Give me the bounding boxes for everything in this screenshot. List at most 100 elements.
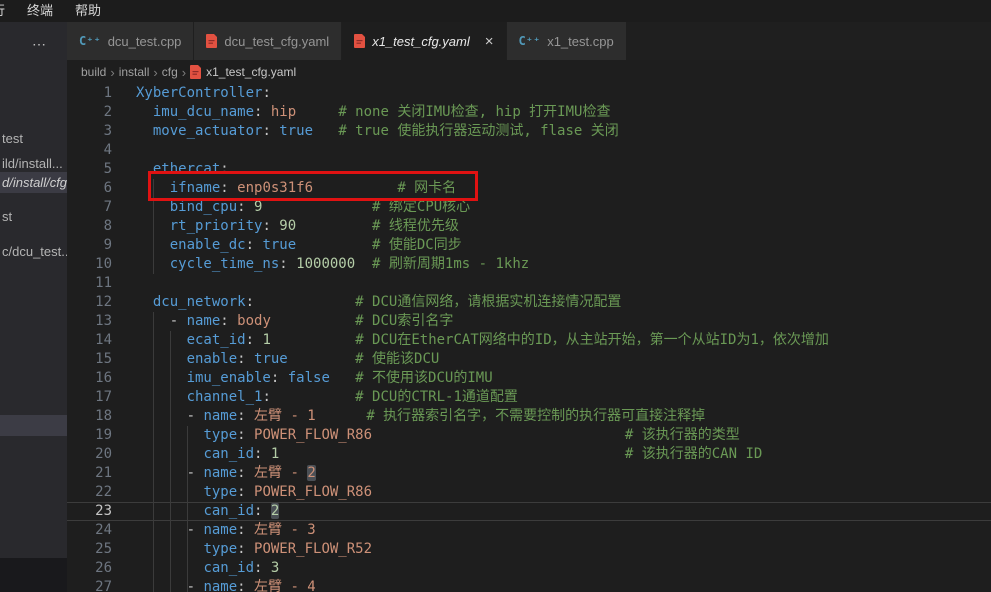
sidebar-item[interactable]: c/dcu_test... bbox=[0, 241, 67, 262]
code-text: move_actuator: true # true 使能执行器运动测试, fl… bbox=[136, 122, 619, 141]
code-line[interactable]: 13 - name: body # DCU索引名字 bbox=[67, 312, 991, 331]
cpp-file-icon: C⁺⁺ bbox=[519, 34, 541, 48]
code-line[interactable]: 10 cycle_time_ns: 1000000 # 刷新周期1ms - 1k… bbox=[67, 255, 991, 274]
tab-dcu_test.cpp[interactable]: C⁺⁺ dcu_test.cpp bbox=[67, 22, 194, 60]
sidebar-item[interactable]: ild/install... bbox=[0, 153, 67, 174]
code-line[interactable]: 6 ifname: enp0s31f6 # 网卡名 bbox=[67, 179, 991, 198]
line-number: 14 bbox=[67, 331, 112, 350]
sidebar-item[interactable]: st bbox=[0, 206, 67, 227]
code-line[interactable]: 21 - name: 左臂 - 2 bbox=[67, 464, 991, 483]
code-text: type: POWER_FLOW_R52 bbox=[136, 540, 372, 559]
breadcrumb-segment[interactable]: install bbox=[119, 65, 150, 79]
close-icon[interactable]: × bbox=[485, 34, 494, 49]
line-number: 3 bbox=[67, 122, 112, 141]
code-line[interactable]: 22 type: POWER_FLOW_R86 bbox=[67, 483, 991, 502]
code-text: ecat_id: 1 # DCU在EtherCAT网络中的ID，从主站开始，第一… bbox=[136, 331, 829, 350]
line-number: 10 bbox=[67, 255, 112, 274]
line-number: 2 bbox=[67, 103, 112, 122]
line-number: 1 bbox=[67, 84, 112, 103]
breadcrumb-segment[interactable]: build bbox=[81, 65, 106, 79]
code-line[interactable]: 3 move_actuator: true # true 使能执行器运动测试, … bbox=[67, 122, 991, 141]
breadcrumb-file[interactable]: x1_test_cfg.yaml bbox=[190, 65, 296, 79]
sidebar-bottom-panel bbox=[0, 558, 67, 592]
sidebar-item[interactable]: d/install/cfg bbox=[0, 172, 67, 193]
sidebar-highlight-row[interactable] bbox=[0, 415, 67, 436]
line-number: 12 bbox=[67, 293, 112, 312]
code-line[interactable]: 4 bbox=[67, 141, 991, 160]
code-editor[interactable]: 1 XyberController:2 imu_dcu_name: hip # n… bbox=[67, 84, 991, 592]
line-number: 13 bbox=[67, 312, 112, 331]
code-line[interactable]: 27 - name: 左臂 - 4 bbox=[67, 578, 991, 592]
code-line[interactable]: 26 can_id: 3 bbox=[67, 559, 991, 578]
line-number: 7 bbox=[67, 198, 112, 217]
line-number: 8 bbox=[67, 217, 112, 236]
code-line[interactable]: 19 type: POWER_FLOW_R86 # 该执行器的类型 bbox=[67, 426, 991, 445]
more-actions-icon[interactable]: ⋯ bbox=[32, 36, 47, 53]
line-number: 23 bbox=[67, 502, 112, 521]
code-line[interactable]: 15 enable: true # 使能该DCU bbox=[67, 350, 991, 369]
line-number: 25 bbox=[67, 540, 112, 559]
tab-x1_test_cfg.yaml[interactable]: x1_test_cfg.yaml × bbox=[342, 22, 506, 60]
code-text: cycle_time_ns: 1000000 # 刷新周期1ms - 1khz bbox=[136, 255, 529, 274]
menu-bar: 行终端帮助 bbox=[0, 0, 991, 22]
line-number: 26 bbox=[67, 559, 112, 578]
code-line[interactable]: 7 bind_cpu: 9 # 绑定CPU核心 bbox=[67, 198, 991, 217]
yaml-file-icon bbox=[354, 34, 365, 48]
tab-x1_test.cpp[interactable]: C⁺⁺x1_test.cpp bbox=[507, 22, 627, 60]
code-line[interactable]: 8 rt_priority: 90 # 线程优先级 bbox=[67, 217, 991, 236]
line-number: 5 bbox=[67, 160, 112, 179]
line-number: 19 bbox=[67, 426, 112, 445]
code-text: dcu_network: # DCU通信网络，请根据实机连接情况配置 bbox=[136, 293, 621, 312]
code-line[interactable]: 9 enable_dc: true # 使能DC同步 bbox=[67, 236, 991, 255]
menu-item[interactable]: 帮助 bbox=[64, 0, 112, 22]
code-text: - name: 左臂 - 4 bbox=[136, 578, 316, 592]
code-line[interactable]: 11 bbox=[67, 274, 991, 293]
explorer-sidebar: test ild/install...d/install/cfg st c/dcu_t… bbox=[0, 22, 67, 592]
breadcrumb-file-label: x1_test_cfg.yaml bbox=[206, 65, 296, 79]
line-number: 9 bbox=[67, 236, 112, 255]
line-number: 16 bbox=[67, 369, 112, 388]
line-number: 24 bbox=[67, 521, 112, 540]
code-line[interactable]: 14 ecat_id: 1 # DCU在EtherCAT网络中的ID，从主站开始… bbox=[67, 331, 991, 350]
line-number: 20 bbox=[67, 445, 112, 464]
menu-item[interactable]: 行 bbox=[0, 0, 16, 22]
code-text: - name: body # DCU索引名字 bbox=[136, 312, 453, 331]
code-line[interactable]: 16 imu_enable: false # 不使用该DCU的IMU bbox=[67, 369, 991, 388]
line-number: 18 bbox=[67, 407, 112, 426]
code-lines: 1 XyberController:2 imu_dcu_name: hip # n… bbox=[67, 84, 991, 592]
breadcrumb-segment[interactable]: cfg bbox=[162, 65, 178, 79]
code-line[interactable]: 5 ethercat: bbox=[67, 160, 991, 179]
code-text: can_id: 3 bbox=[136, 559, 279, 578]
code-line[interactable]: 20 can_id: 1 # 该执行器的CAN ID bbox=[67, 445, 991, 464]
code-line[interactable]: 1 XyberController: bbox=[67, 84, 991, 103]
code-line[interactable]: 25 type: POWER_FLOW_R52 bbox=[67, 540, 991, 559]
menu-item[interactable]: 终端 bbox=[16, 0, 64, 22]
code-text: rt_priority: 90 # 线程优先级 bbox=[136, 217, 459, 236]
sidebar-item[interactable]: test bbox=[0, 128, 67, 149]
line-number: 27 bbox=[67, 578, 112, 592]
code-text: XyberController: bbox=[136, 84, 271, 103]
tab-label: dcu_test.cpp bbox=[108, 34, 182, 49]
code-text: enable: true # 使能该DCU bbox=[136, 350, 439, 369]
code-line[interactable]: 17 channel_1: # DCU的CTRL-1通道配置 bbox=[67, 388, 991, 407]
code-text: enable_dc: true # 使能DC同步 bbox=[136, 236, 462, 255]
cpp-file-icon: C⁺⁺ bbox=[79, 34, 101, 48]
code-line[interactable]: 2 imu_dcu_name: hip # none 关闭IMU检查, hip … bbox=[67, 103, 991, 122]
code-text: type: POWER_FLOW_R86 bbox=[136, 483, 372, 502]
code-text: - name: 左臂 - 2 bbox=[136, 464, 316, 483]
yaml-file-icon bbox=[190, 65, 201, 79]
tab-dcu_test_cfg.yaml[interactable]: dcu_test_cfg.yaml bbox=[194, 22, 342, 60]
code-line[interactable]: 18 - name: 左臂 - 1 # 执行器索引名字，不需要控制的执行器可直接… bbox=[67, 407, 991, 426]
breadcrumb-separator-icon: › bbox=[110, 65, 114, 80]
code-line[interactable]: 23 can_id: 2 bbox=[67, 502, 991, 521]
breadcrumb: build›install›cfg›x1_test_cfg.yaml bbox=[67, 60, 991, 84]
tab-label: x1_test_cfg.yaml bbox=[372, 34, 470, 49]
code-text: - name: 左臂 - 1 # 执行器索引名字，不需要控制的执行器可直接注释掉 bbox=[136, 407, 705, 426]
code-text: channel_1: # DCU的CTRL-1通道配置 bbox=[136, 388, 518, 407]
line-number: 21 bbox=[67, 464, 112, 483]
line-number: 6 bbox=[67, 179, 112, 198]
code-text: type: POWER_FLOW_R86 # 该执行器的类型 bbox=[136, 426, 740, 445]
code-line[interactable]: 24 - name: 左臂 - 3 bbox=[67, 521, 991, 540]
breadcrumb-separator-icon: › bbox=[182, 65, 186, 80]
code-line[interactable]: 12 dcu_network: # DCU通信网络，请根据实机连接情况配置 bbox=[67, 293, 991, 312]
